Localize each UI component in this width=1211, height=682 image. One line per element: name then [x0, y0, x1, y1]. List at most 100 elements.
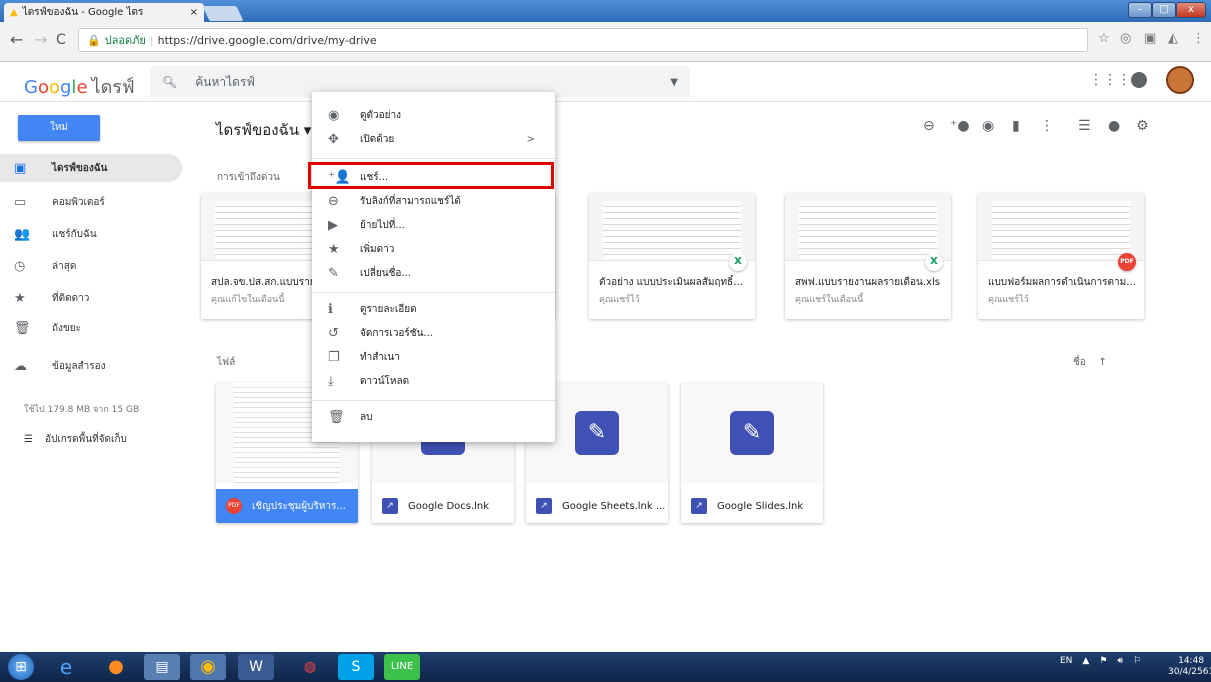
sidebar-item-computers[interactable]: ▭ คอมพิวเตอร์ — [0, 188, 182, 216]
file-name: Google Sheets.lnk ... — [562, 500, 666, 512]
start-button-icon[interactable]: ⊞ — [8, 654, 34, 680]
menu-item-get-link[interactable]: ⊖ รับลิงก์ที่สามารถแชร์ได้ — [312, 190, 555, 212]
sort-by-name[interactable]: ชื่อ ↑ — [1073, 355, 1107, 370]
pdf-icon: PDF — [1118, 253, 1136, 271]
move-arrows-icon: ✥ — [328, 131, 339, 147]
trash-icon: 🗑 — [328, 409, 345, 425]
new-tab-button[interactable] — [202, 6, 244, 21]
files-section-label: ไฟล์ — [217, 357, 236, 368]
maximize-button[interactable]: □ — [1152, 2, 1176, 18]
extension-icon[interactable]: ▣ — [1144, 31, 1156, 46]
download-icon: ⤓ — [328, 373, 334, 389]
sidebar-item-backups[interactable]: ☁ ข้อมูลสำรอง — [0, 352, 182, 380]
menu-item-details[interactable]: ℹ ดูรายละเอียด — [312, 298, 555, 320]
search-input[interactable]: ค้นหาไดรฟ์ — [195, 73, 255, 92]
eye-icon: ◉ — [328, 107, 340, 123]
list-view-icon[interactable]: ☰ — [1078, 118, 1091, 134]
shortcut-app-icon: ✎ — [730, 411, 774, 455]
card-title: ตัวอย่าง แบบประเมินผลสัมฤทธิ์ของงา... — [599, 277, 749, 288]
quick-access-card[interactable]: PDF แบบฟอร์มผลการดำเนินการตามมติการ... ค… — [978, 193, 1144, 319]
sidebar-item-recent[interactable]: ◷ ล่าสุด — [0, 252, 182, 280]
sidebar-item-trash[interactable]: 🗑 ถังขยะ — [0, 314, 182, 342]
url-text: https://drive.google.com/drive/my-drive — [157, 33, 377, 47]
trash-icon[interactable]: ▮ — [1012, 118, 1020, 134]
shortcut-icon: ↗ — [536, 498, 552, 514]
omnibox[interactable]: 🔒 ปลอดภัย | https://drive.google.com/dri… — [78, 28, 1088, 52]
menu-item-open-with[interactable]: ✥ เปิดด้วย > — [312, 128, 555, 150]
menu-item-preview[interactable]: ◉ ดูตัวอย่าง — [312, 104, 555, 126]
minimize-button[interactable]: – — [1128, 2, 1152, 18]
quick-access-card[interactable]: X สพฟ.แบบรายงานผลรายเดือน.xls คุณแชร์ในเ… — [785, 193, 951, 319]
skype-icon[interactable]: S — [338, 654, 374, 680]
tab-close-icon[interactable]: × — [190, 7, 198, 18]
ie-icon[interactable]: e — [48, 654, 84, 680]
tray-arrow-icon[interactable]: ▲ — [1082, 656, 1089, 666]
notifications-icon[interactable] — [1131, 72, 1147, 88]
sidebar-item-shared[interactable]: 👥 แชร์กับฉัน — [0, 220, 182, 248]
eye-icon[interactable]: ◉ — [982, 118, 994, 134]
bookmark-star-icon[interactable]: ☆ — [1098, 31, 1110, 46]
google-drive-logo[interactable]: Google ไดรฟ์ — [24, 72, 135, 101]
more-icon[interactable]: ⋮ — [1040, 118, 1054, 134]
drive-favicon-icon: ▲ — [10, 7, 18, 18]
sheets-icon: X — [729, 253, 747, 271]
sidebar-item-my-drive[interactable]: ▣ ไดรฟ์ของฉัน — [0, 154, 182, 182]
search-options-icon[interactable]: ▼ — [670, 77, 678, 88]
avatar[interactable] — [1166, 66, 1194, 94]
network-icon[interactable]: ⚑ — [1099, 656, 1107, 666]
settings-gear-icon[interactable]: ⚙ — [1136, 118, 1149, 134]
new-button[interactable]: ใหม่ — [18, 115, 100, 141]
menu-item-download[interactable]: ⤓ ดาวน์โหลด — [312, 370, 555, 392]
file-name: Google Docs.lnk — [408, 500, 490, 512]
card-subtitle: คุณแชร์ในเดือนนี้ — [795, 295, 864, 305]
people-icon: 👥 — [14, 226, 31, 242]
menu-item-move-to[interactable]: ▶ ย้ายไปที่... — [312, 214, 555, 236]
star-icon: ★ — [14, 290, 26, 306]
firefox-icon[interactable]: ● — [98, 654, 134, 680]
flag-icon[interactable]: ⚐ — [1133, 656, 1141, 666]
upgrade-storage-link[interactable]: ☰ อัปเกรดพื้นที่จัดเก็บ — [24, 432, 127, 447]
info-icon[interactable]: ● — [1108, 118, 1120, 134]
chrome-icon[interactable]: ◉ — [190, 654, 226, 680]
location-title[interactable]: ไดรฟ์ของฉัน ▾ — [216, 118, 311, 142]
back-icon[interactable]: ← — [10, 30, 23, 49]
menu-item-add-star[interactable]: ★ เพิ่มดาว — [312, 238, 555, 260]
quick-access-card[interactable]: X ตัวอย่าง แบบประเมินผลสัมฤทธิ์ของงา... … — [589, 193, 755, 319]
language-indicator[interactable]: EN — [1060, 656, 1072, 666]
app-icon[interactable]: ◍ — [292, 654, 328, 680]
shortcut-app-icon: ✎ — [575, 411, 619, 455]
word-icon[interactable]: W — [238, 654, 274, 680]
extension-icon[interactable]: ◭ — [1168, 31, 1178, 46]
taskbar-clock[interactable]: 14:48 30/4/2561 — [1168, 656, 1211, 678]
secure-label: ปลอดภัย — [104, 34, 146, 47]
file-explorer-icon[interactable]: ▤ — [144, 654, 180, 680]
volume-icon[interactable]: 🔊︎ — [1117, 656, 1123, 666]
menu-item-rename[interactable]: ✎ เปลี่ยนชื่อ... — [312, 262, 555, 284]
extension-icon[interactable]: ◎ — [1120, 31, 1131, 46]
line-icon[interactable]: LINE — [384, 654, 420, 680]
apps-grid-icon[interactable]: ⋮⋮⋮ — [1089, 72, 1131, 88]
sidebar-item-starred[interactable]: ★ ที่ติดดาว — [0, 284, 182, 312]
search-icon: 🔍︎ — [162, 75, 178, 89]
shortcut-icon: ↗ — [382, 498, 398, 514]
card-subtitle: คุณแชร์ไว้ — [988, 295, 1029, 305]
move-folder-icon: ▶ — [328, 217, 338, 233]
close-window-button[interactable]: x — [1176, 2, 1206, 18]
lock-icon: 🔒 — [87, 33, 101, 47]
browser-menu-icon[interactable]: ⋮ — [1192, 31, 1205, 46]
reload-icon[interactable]: C — [56, 32, 66, 48]
file-card[interactable]: ✎ ↗ Google Slides.lnk — [681, 383, 823, 523]
forward-icon[interactable]: → — [34, 30, 47, 49]
menu-item-make-copy[interactable]: ❐ ทำสำเนา — [312, 346, 555, 368]
browser-tab[interactable]: ▲ ไดรฟ์ของฉัน - Google ไดร × — [4, 3, 204, 22]
shortcut-icon: ↗ — [691, 498, 707, 514]
menu-item-remove[interactable]: 🗑 ลบ — [312, 406, 555, 428]
link-icon[interactable]: ⊖ — [923, 118, 935, 134]
storage-usage: ใช้ไป 179.8 MB จาก 15 GB — [24, 405, 140, 415]
sheets-icon: X — [925, 253, 943, 271]
quick-access-label: การเข้าถึงด่วน — [217, 172, 280, 183]
add-person-icon[interactable]: ⁺● — [950, 118, 970, 134]
share-highlight-box — [308, 162, 554, 189]
chevron-right-icon: > — [526, 133, 535, 145]
menu-item-manage-versions[interactable]: ↺ จัดการเวอร์ชัน... — [312, 322, 555, 344]
